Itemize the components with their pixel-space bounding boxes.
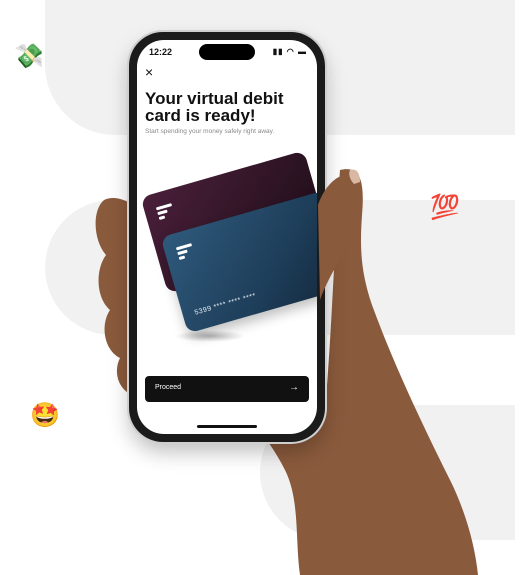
money-with-wings-icon: 💸 (14, 42, 44, 70)
thumb-illustration (318, 169, 362, 300)
star-struck-icon: 🤩 (30, 401, 60, 429)
hundred-points-icon: 💯 (430, 193, 460, 221)
